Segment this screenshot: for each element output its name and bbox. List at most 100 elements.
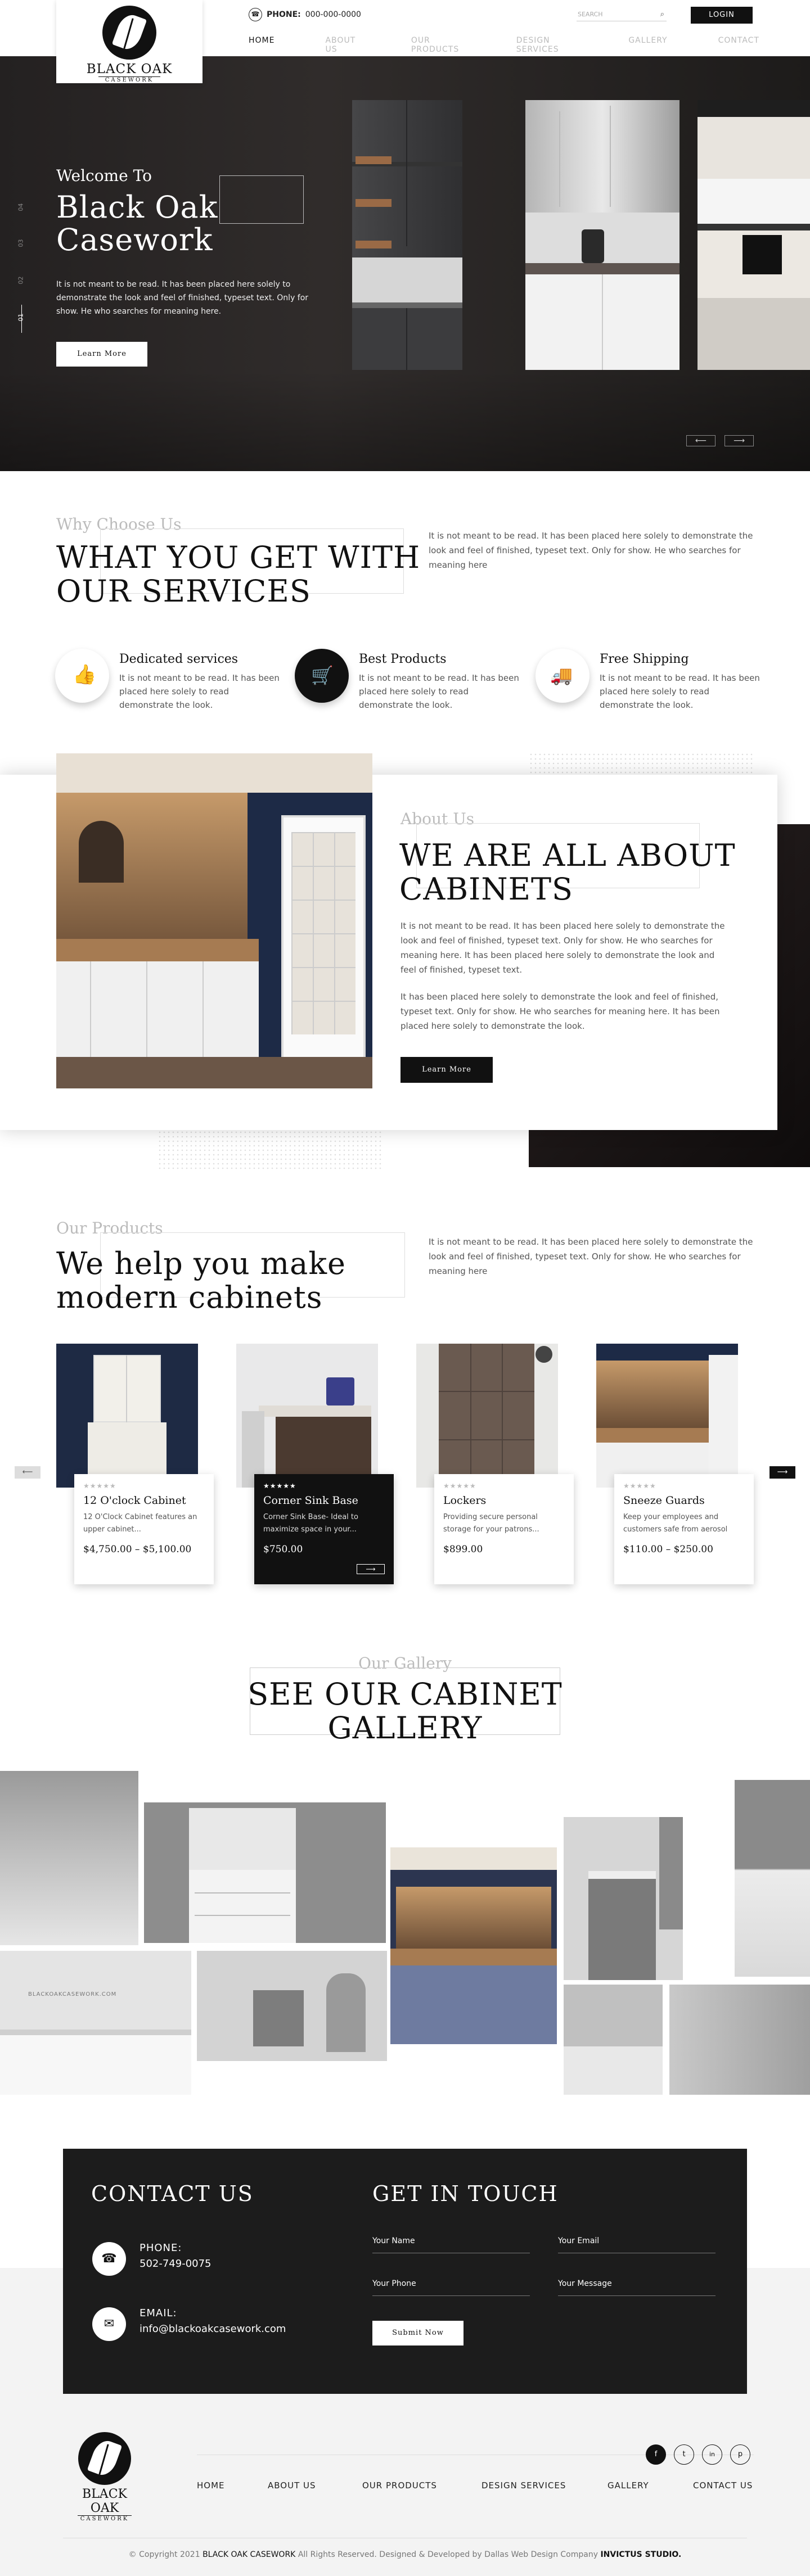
about-title: WE ARE ALL ABOUT CABINETS [399,838,736,907]
search-placeholder: SEARCH [578,11,603,18]
nav-home[interactable]: HOME [249,36,274,54]
email-icon: ✉ [92,2307,126,2341]
nav-about[interactable]: ABOUT US [325,36,360,54]
footer-nav-gallery[interactable]: GALLERY [608,2480,649,2491]
truck-icon: 🚚 [536,649,590,703]
nav-design-services[interactable]: DESIGN SERVICES [516,36,578,54]
products-description: It is not meant to be read. It has been … [429,1237,753,1276]
products-prev-button[interactable]: ⟵ [15,1466,40,1479]
product-name[interactable]: Corner Sink Base [263,1494,385,1507]
gallery-image[interactable] [669,1985,810,2095]
name-field[interactable]: Your Name [372,2233,530,2253]
gallery-image[interactable] [564,1985,663,2095]
footer-nav-about[interactable]: ABOUT US [268,2480,316,2491]
message-field[interactable]: Your Message [558,2276,716,2296]
footer-logo[interactable]: BLACK OAK CASEWORK [71,2432,138,2522]
gallery-image[interactable] [0,1771,138,1945]
product-description: Corner Sink Base- Ideal to maximize spac… [263,1513,358,1534]
footer-nav-home[interactable]: HOME [197,2480,225,2491]
gallery-image[interactable] [564,1817,683,1980]
footer-nav-contact[interactable]: CONTACT US [693,2480,753,2491]
footer-nav-products[interactable]: OUR PRODUCTS [362,2480,437,2491]
gallery-image[interactable] [144,1802,386,1943]
twitter-icon[interactable]: t [674,2444,694,2465]
gallery-image[interactable] [735,1780,810,1977]
header-phone[interactable]: ☎ PHONE: 000-000-0000 [249,8,361,21]
feature-title: Free Shipping [600,652,689,666]
contact-phone[interactable]: 502-749-0075 [140,2258,212,2270]
product-name[interactable]: 12 O'clock Cabinet [83,1494,205,1507]
nav-products[interactable]: OUR PRODUCTS [411,36,466,54]
pinterest-icon[interactable]: p [730,2444,750,2465]
slide-indicator[interactable]: 03 [17,239,25,247]
product-card[interactable]: ★★★★★ 12 O'clock Cabinet 12 O'Clock Cabi… [56,1344,214,1589]
gallery-image[interactable] [197,1951,387,2061]
gallery-image[interactable]: BLACKOAKCASEWORK.COM [0,1951,191,2095]
contact-phone-label: PHONE: [140,2242,182,2254]
product-image [56,1344,198,1488]
slide-indicator[interactable]: 04 [17,204,25,211]
product-info: ★★★★★ Sneeze Guards Keep your employees … [614,1474,754,1584]
product-card[interactable]: ★★★★★ Corner Sink Base Corner Sink Base-… [236,1344,394,1589]
gallery-image[interactable] [390,1847,557,2044]
product-card[interactable]: ★★★★★ Lockers Providing secure personal … [416,1344,574,1589]
product-name[interactable]: Lockers [443,1494,565,1507]
contact-email-label: EMAIL: [140,2307,177,2319]
slide-indicator[interactable]: 02 [17,277,25,284]
main-nav: HOME ABOUT US OUR PRODUCTS DESIGN SERVIC… [249,36,810,54]
product-card[interactable]: ★★★★★ Sneeze Guards Keep your employees … [596,1344,754,1589]
oak-leaf-icon [78,2432,131,2485]
products-next-button[interactable]: ⟶ [770,1466,795,1479]
feature-description: It is not meant to be read. It has been … [600,673,760,710]
product-info: ★★★★★ 12 O'clock Cabinet 12 O'Clock Cabi… [74,1474,214,1584]
product-info: ★★★★★ Lockers Providing secure personal … [434,1474,574,1584]
prev-slide-button[interactable]: ⟵ [686,435,716,446]
contact-panel: CONTACT US ☎ PHONE: 502-749-0075 ✉ EMAIL… [63,2149,747,2394]
linkedin-icon[interactable]: in [702,2444,722,2465]
hero-welcome: Welcome To [56,166,152,185]
nav-gallery[interactable]: GALLERY [628,36,667,54]
about-learn-more-button[interactable]: Learn More [400,1057,493,1083]
hero-learn-more-button[interactable]: Learn More [56,342,147,367]
about-paragraph-2: It has been placed here solely to demons… [400,992,720,1031]
rating-stars: ★★★★★ [623,1482,656,1490]
product-image [596,1344,738,1488]
product-image [236,1344,378,1488]
product-arrow-button[interactable]: ⟶ [357,1564,385,1574]
feature-description: It is not meant to be read. It has been … [359,673,519,710]
submit-button[interactable]: Submit Now [372,2321,464,2345]
hero-title: Black Oak Casework [56,189,218,257]
studio-link[interactable]: INVICTUS STUDIO. [600,2550,681,2559]
contact-email[interactable]: info@blackoakcasework.com [140,2323,286,2335]
feature-title: Best Products [359,652,447,666]
rating-stars: ★★★★★ [83,1482,116,1490]
logo-sub: CASEWORK [98,76,160,83]
product-info: ★★★★★ Corner Sink Base Corner Sink Base-… [254,1474,394,1584]
search-icon[interactable]: ⌕ [660,9,664,20]
product-name[interactable]: Sneeze Guards [623,1494,745,1507]
gallery-title: SEE OUR CABINET GALLERY [248,1676,562,1746]
phone-number: 000-000-0000 [305,10,361,19]
facebook-icon[interactable]: f [646,2444,666,2465]
footer-nav-design-services[interactable]: DESIGN SERVICES [482,2480,566,2491]
nav-contact[interactable]: CONTACT [718,36,759,54]
product-price: $750.00 [263,1544,303,1555]
thumbs-up-icon: 👍 [55,649,109,703]
search-input[interactable]: SEARCH ⌕ [577,9,667,21]
phone-field[interactable]: Your Phone [372,2276,530,2296]
slide-indicator-active[interactable]: 01 [17,314,25,322]
copyright: © Copyright 2021 BLACK OAK CASEWORK All … [128,2550,682,2559]
site-logo[interactable]: BLACK OAK CASEWORK [56,0,202,83]
why-description: It is not meant to be read. It has been … [429,531,753,570]
next-slide-button[interactable]: ⟶ [724,435,754,446]
email-field[interactable]: Your Email [558,2233,716,2253]
why-title: WHAT YOU GET WITH OUR SERVICES [56,540,421,609]
feature-title: Dedicated services [119,652,238,666]
oak-leaf-icon [102,6,156,60]
login-button[interactable]: LOGIN [691,7,753,24]
product-image [416,1344,558,1488]
hero-image-white-cabinets [525,100,680,370]
product-description: Keep your employees and customers safe f… [623,1513,728,1534]
cart-icon: 🛒 [295,649,349,703]
about-image [56,753,372,1088]
